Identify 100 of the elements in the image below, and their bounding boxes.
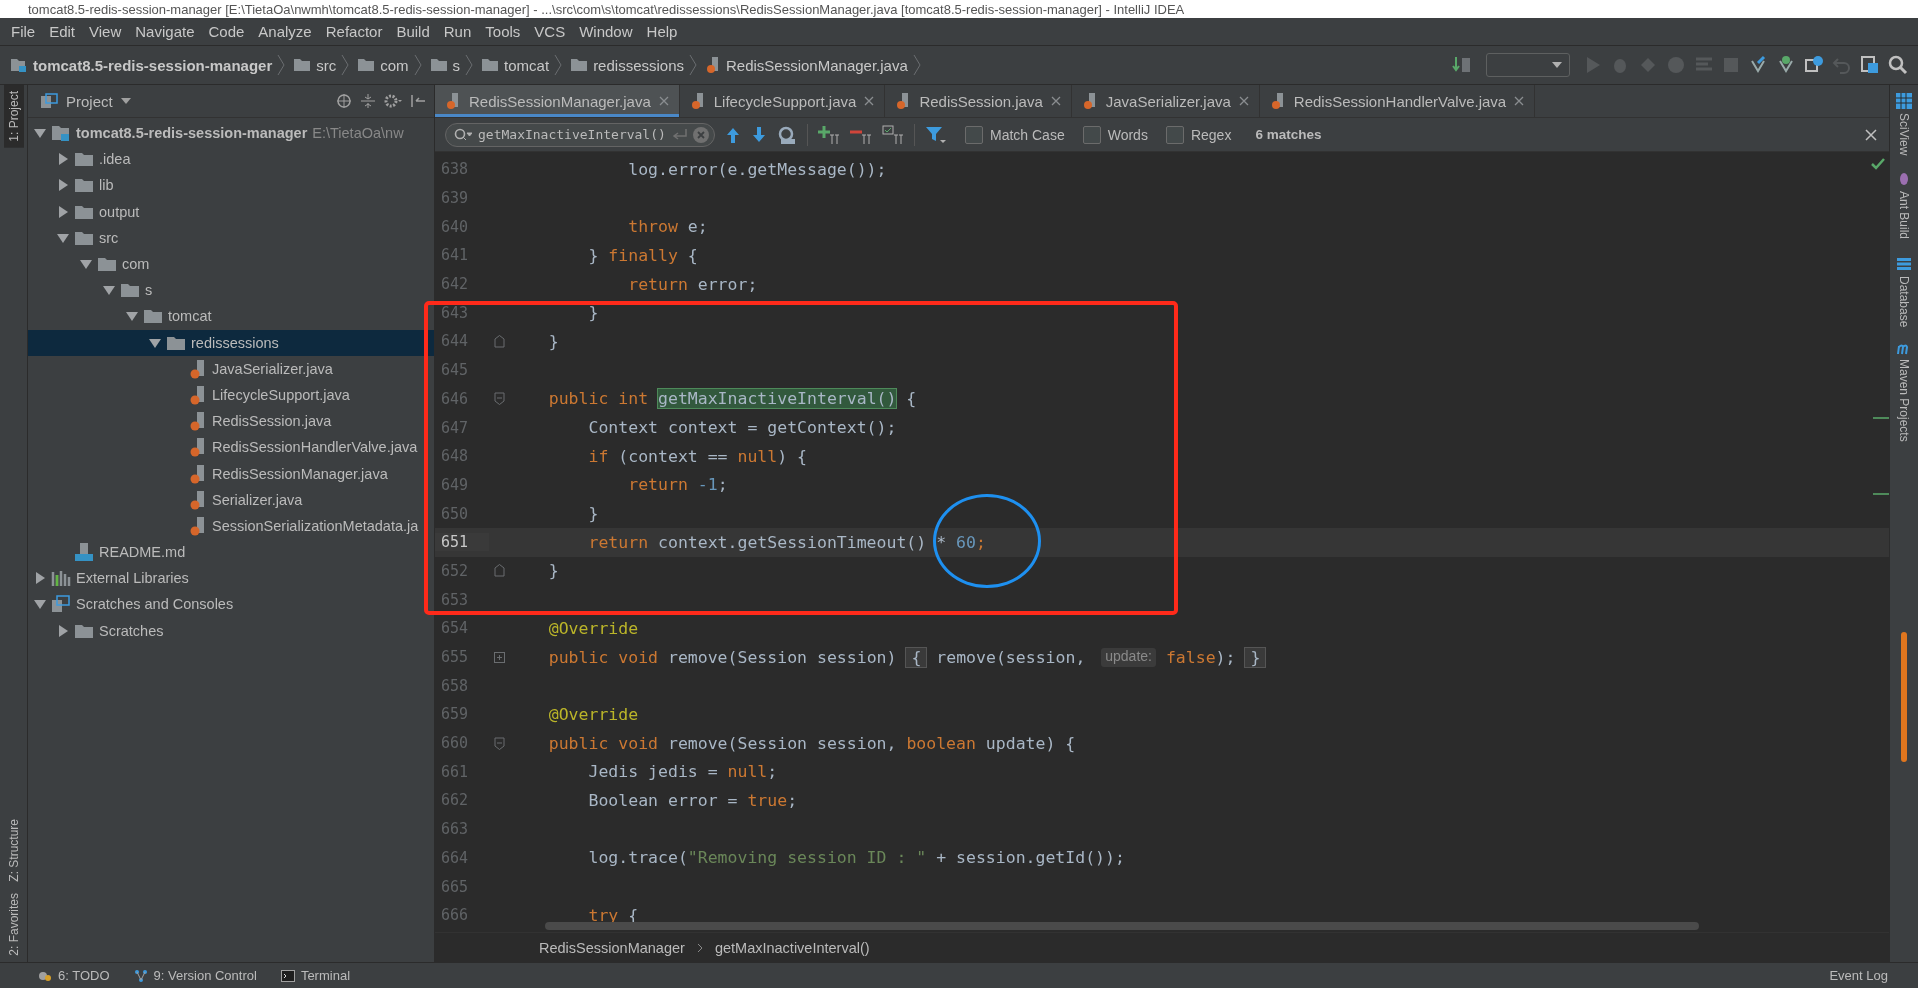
horizontal-scrollbar[interactable] bbox=[545, 922, 1699, 930]
editor-tab[interactable]: JavaSerializer.java bbox=[1071, 85, 1260, 117]
breadcrumb-item[interactable]: com bbox=[380, 56, 409, 74]
checkbox[interactable] bbox=[1082, 125, 1101, 144]
tree-item[interactable]: SessionSerializationMetadata.ja bbox=[28, 512, 434, 539]
collapsed-arrow-icon[interactable] bbox=[34, 572, 46, 585]
tree-item[interactable]: LifecycleSupport.java bbox=[28, 381, 434, 409]
breadcrumb-item[interactable]: RedisSessionManager.java bbox=[726, 56, 908, 74]
tree-item[interactable]: output bbox=[28, 198, 434, 225]
menu-item[interactable]: Code bbox=[201, 21, 252, 42]
editor-tab[interactable]: RedisSessionManager.java bbox=[435, 85, 680, 117]
tool-window-button[interactable]: Database bbox=[1896, 247, 1912, 335]
vertical-scrollbar[interactable] bbox=[1901, 632, 1907, 762]
menu-item[interactable]: Tools bbox=[478, 21, 528, 42]
close-icon[interactable] bbox=[1050, 96, 1061, 106]
expanded-arrow-icon[interactable] bbox=[34, 127, 46, 140]
menu-item[interactable]: File bbox=[4, 21, 43, 42]
vcs-update-icon[interactable] bbox=[1748, 55, 1768, 75]
menu-item[interactable]: Navigate bbox=[128, 21, 202, 42]
breadcrumb-item[interactable]: s bbox=[452, 56, 461, 74]
editor-tab[interactable]: RedisSessionHandlerValve.java bbox=[1259, 85, 1536, 117]
checkbox[interactable] bbox=[965, 125, 983, 144]
breadcrumb-item[interactable]: RedisSessionManager bbox=[539, 939, 685, 956]
tool-window-button[interactable]: Z: Structure bbox=[3, 812, 24, 888]
filter-icon[interactable] bbox=[925, 124, 947, 145]
tree-item[interactable]: JavaSerializer.java bbox=[28, 355, 434, 382]
menu-item[interactable]: Build bbox=[389, 21, 437, 42]
next-occurrence-icon[interactable] bbox=[751, 125, 767, 144]
tool-window-button[interactable]: 6: TODO bbox=[38, 968, 110, 983]
menu-item[interactable]: Window bbox=[572, 21, 640, 42]
close-icon[interactable] bbox=[1865, 128, 1877, 141]
expanded-arrow-icon[interactable] bbox=[103, 284, 115, 297]
checkbox[interactable] bbox=[1165, 125, 1184, 144]
tree-item[interactable]: tomcat8.5-redis-session-manager E:\TietaOa\nw bbox=[28, 120, 434, 147]
tree-item[interactable]: External Libraries bbox=[28, 565, 434, 592]
hide-panel-icon[interactable] bbox=[410, 93, 426, 109]
project-structure-icon[interactable] bbox=[1860, 55, 1880, 75]
tree-item[interactable]: RedisSessionManager.java bbox=[28, 460, 434, 487]
close-icon[interactable] bbox=[1238, 96, 1249, 106]
menu-item[interactable]: View bbox=[82, 21, 129, 42]
tree-item[interactable]: Scratches bbox=[28, 617, 434, 644]
tree-item[interactable]: README.md bbox=[28, 539, 434, 566]
locate-icon[interactable] bbox=[336, 93, 352, 109]
collapsed-arrow-icon[interactable] bbox=[57, 179, 69, 192]
fold-marker-icon[interactable] bbox=[493, 736, 505, 750]
tool-window-button[interactable]: 1: Project bbox=[3, 85, 24, 148]
menu-item[interactable]: VCS bbox=[527, 21, 573, 42]
tool-window-button[interactable]: 9: Version Control bbox=[133, 968, 257, 983]
breadcrumb-item[interactable]: src bbox=[316, 56, 337, 74]
collapsed-arrow-icon[interactable] bbox=[57, 153, 69, 166]
tool-window-button[interactable]: SciView bbox=[1896, 85, 1912, 164]
expanded-arrow-icon[interactable] bbox=[80, 258, 92, 271]
tree-item[interactable]: Scratches and Consoles bbox=[28, 591, 434, 618]
search-option-checkbox[interactable]: Match Case bbox=[965, 125, 1065, 144]
find-all-icon[interactable] bbox=[777, 124, 797, 145]
tree-item[interactable]: lib bbox=[28, 172, 434, 199]
fold-marker-icon[interactable] bbox=[493, 564, 505, 578]
search-option-checkbox[interactable]: Regex bbox=[1165, 125, 1232, 144]
breadcrumb-item[interactable]: redissessions bbox=[593, 56, 684, 74]
expand-fold-icon[interactable] bbox=[493, 651, 505, 663]
clear-icon[interactable] bbox=[692, 125, 710, 144]
tool-window-button[interactable]: 2: Favorites bbox=[3, 887, 24, 962]
search-option-checkbox[interactable]: Words bbox=[1082, 125, 1148, 144]
collapsed-arrow-icon[interactable] bbox=[57, 205, 69, 218]
select-all-icon[interactable] bbox=[882, 124, 904, 145]
editor-tab[interactable]: LifecycleSupport.java bbox=[679, 85, 886, 117]
panel-title[interactable]: Project bbox=[66, 92, 113, 110]
fold-marker-icon[interactable] bbox=[493, 334, 505, 348]
tree-item[interactable]: RedisSession.java bbox=[28, 408, 434, 435]
tool-window-button[interactable]: Maven Projects bbox=[1896, 334, 1912, 450]
tree-item[interactable]: com bbox=[28, 250, 434, 278]
history-icon[interactable] bbox=[1804, 55, 1824, 75]
close-icon[interactable] bbox=[864, 96, 875, 106]
fold-marker-icon[interactable] bbox=[493, 392, 505, 406]
add-selection-icon[interactable] bbox=[818, 124, 840, 145]
tool-window-button[interactable]: Terminal bbox=[280, 968, 350, 983]
breadcrumb-item[interactable]: tomcat bbox=[504, 56, 550, 74]
search-field[interactable]: getMaxInactiveInterval() bbox=[445, 122, 715, 147]
tree-item[interactable]: s bbox=[28, 277, 434, 304]
tree-item[interactable]: RedisSessionHandlerValve.java bbox=[28, 434, 434, 461]
tree-item[interactable]: .idea bbox=[28, 146, 434, 173]
settings-icon[interactable] bbox=[384, 93, 402, 109]
menu-item[interactable]: Edit bbox=[42, 21, 83, 42]
vcs-commit-icon[interactable] bbox=[1776, 55, 1796, 75]
tree-item[interactable]: Serializer.java bbox=[28, 486, 434, 513]
menu-item[interactable]: Help bbox=[639, 21, 685, 42]
collapsed-arrow-icon[interactable] bbox=[57, 624, 69, 637]
caret-icon[interactable] bbox=[120, 98, 131, 104]
expanded-arrow-icon[interactable] bbox=[126, 310, 138, 323]
tool-window-button[interactable]: Ant Build bbox=[1896, 163, 1912, 248]
breadcrumb-item[interactable]: getMaxInactiveInterval() bbox=[714, 939, 870, 956]
search-icon[interactable] bbox=[1888, 55, 1908, 75]
collapse-all-icon[interactable] bbox=[360, 93, 376, 109]
editor-tab[interactable]: RedisSession.java bbox=[885, 85, 1072, 117]
close-icon[interactable] bbox=[1514, 96, 1525, 106]
menu-item[interactable]: Analyze bbox=[251, 21, 319, 42]
tree-item[interactable]: tomcat bbox=[28, 303, 434, 330]
expanded-arrow-icon[interactable] bbox=[149, 336, 161, 349]
sort-icon[interactable] bbox=[1452, 55, 1472, 75]
expanded-arrow-icon[interactable] bbox=[34, 598, 46, 611]
